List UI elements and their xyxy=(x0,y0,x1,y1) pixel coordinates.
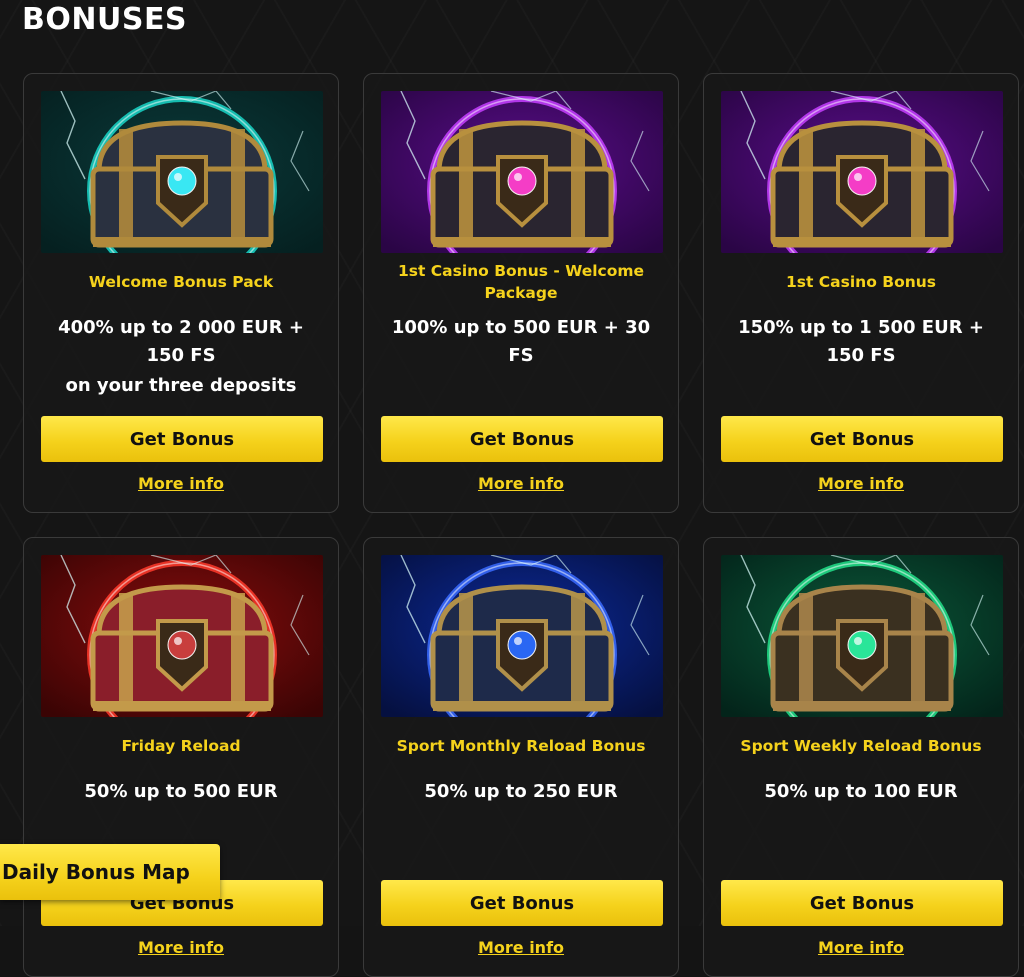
chest-illustration xyxy=(381,555,663,717)
chest-illustration xyxy=(721,91,1003,253)
bonus-card: Sport Weekly Reload Bonus 50% up to 100 … xyxy=(703,537,1019,977)
get-bonus-button[interactable]: Get Bonus xyxy=(381,416,663,462)
chest-illustration xyxy=(721,555,1003,717)
bonus-card: Welcome Bonus Pack 400% up to 2 000 EUR … xyxy=(23,73,339,513)
get-bonus-button[interactable]: Get Bonus xyxy=(41,416,323,462)
offer-amount: 100% up to 500 EUR + 30 FS xyxy=(391,317,651,366)
card-title: 1st Casino Bonus - Welcome Package xyxy=(397,262,645,302)
more-info-link[interactable]: More info xyxy=(24,474,338,493)
offer-amount: 50% up to 500 EUR xyxy=(84,781,278,802)
card-title: Welcome Bonus Pack xyxy=(88,273,274,291)
card-offer: 150% up to 1 500 EUR + 150 FS xyxy=(722,314,1000,370)
get-bonus-button[interactable]: Get Bonus xyxy=(381,880,663,926)
more-info-link[interactable]: More info xyxy=(24,938,338,957)
card-title: Sport Monthly Reload Bonus xyxy=(396,737,646,755)
more-info-link[interactable]: More info xyxy=(364,474,678,493)
chest-illustration xyxy=(41,91,323,253)
bonus-card: Sport Monthly Reload Bonus 50% up to 250… xyxy=(363,537,679,977)
bonus-card: Friday Reload 50% up to 500 EUR Get Bonu… xyxy=(23,537,339,977)
offer-amount: 50% up to 100 EUR xyxy=(764,781,958,802)
bonus-card: 1st Casino Bonus 150% up to 1 500 EUR + … xyxy=(703,73,1019,513)
treasure-chest-image xyxy=(721,555,1003,717)
card-title: 1st Casino Bonus xyxy=(785,273,937,291)
treasure-chest-image xyxy=(381,555,663,717)
card-offer: 400% up to 2 000 EUR + 150 FS on your th… xyxy=(42,314,320,400)
treasure-chest-image xyxy=(721,91,1003,253)
more-info-link[interactable]: More info xyxy=(364,938,678,957)
treasure-chest-image xyxy=(41,555,323,717)
card-title: Sport Weekly Reload Bonus xyxy=(740,737,982,755)
offer-amount: 150% up to 1 500 EUR + 150 FS xyxy=(738,317,984,366)
chest-illustration xyxy=(381,91,663,253)
offer-amount: 50% up to 250 EUR xyxy=(424,781,618,802)
offer-amount: 400% up to 2 000 EUR + 150 FS xyxy=(58,317,304,366)
treasure-chest-image xyxy=(381,91,663,253)
card-offer: 100% up to 500 EUR + 30 FS xyxy=(382,314,660,370)
page-title: BONUSES xyxy=(22,2,188,37)
bonus-card: 1st Casino Bonus - Welcome Package 100% … xyxy=(363,73,679,513)
daily-bonus-map-button[interactable]: Daily Bonus Map xyxy=(0,844,220,900)
more-info-link[interactable]: More info xyxy=(704,474,1018,493)
get-bonus-button[interactable]: Get Bonus xyxy=(721,416,1003,462)
treasure-chest-image xyxy=(41,91,323,253)
chest-illustration xyxy=(41,555,323,717)
card-title: Friday Reload xyxy=(121,737,241,755)
more-info-link[interactable]: More info xyxy=(704,938,1018,957)
card-offer: 50% up to 250 EUR xyxy=(382,778,660,806)
offer-detail: on your three deposits xyxy=(65,375,297,396)
get-bonus-button[interactable]: Get Bonus xyxy=(721,880,1003,926)
card-offer: 50% up to 100 EUR xyxy=(722,778,1000,806)
card-offer: 50% up to 500 EUR xyxy=(42,778,320,806)
